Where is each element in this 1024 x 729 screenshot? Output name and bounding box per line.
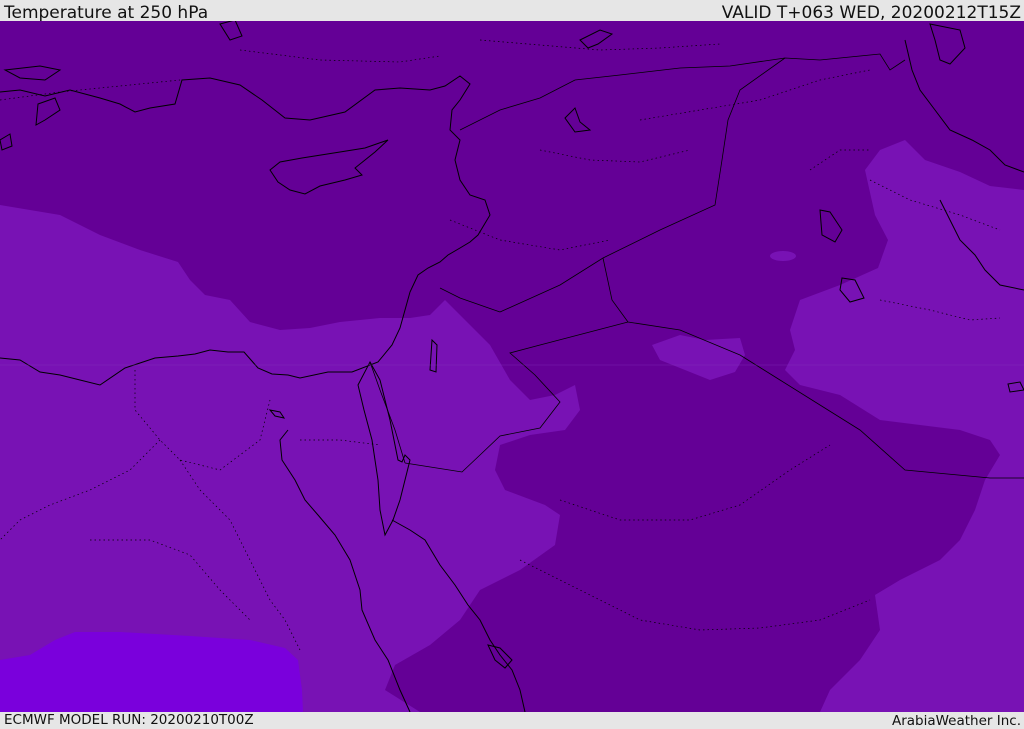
model-run-label: ECMWF MODEL RUN: 20200210T00Z [4,712,254,728]
valid-time-label: VALID T+063 WED, 20200212T15Z [721,3,1021,23]
mid-temperature-blob [770,251,796,261]
forecast-map-page: Temperature at 250 hPa VALID T+063 WED, … [0,0,1024,729]
map-canvas [0,21,1024,712]
header-bar: Temperature at 250 hPa VALID T+063 WED, … [0,0,1024,23]
temperature-map [0,21,1024,712]
footer-bar: ECMWF MODEL RUN: 20200210T00Z ArabiaWeat… [0,712,1024,729]
map-title: Temperature at 250 hPa [4,3,209,23]
credit-label: ArabiaWeather Inc. [891,713,1021,729]
